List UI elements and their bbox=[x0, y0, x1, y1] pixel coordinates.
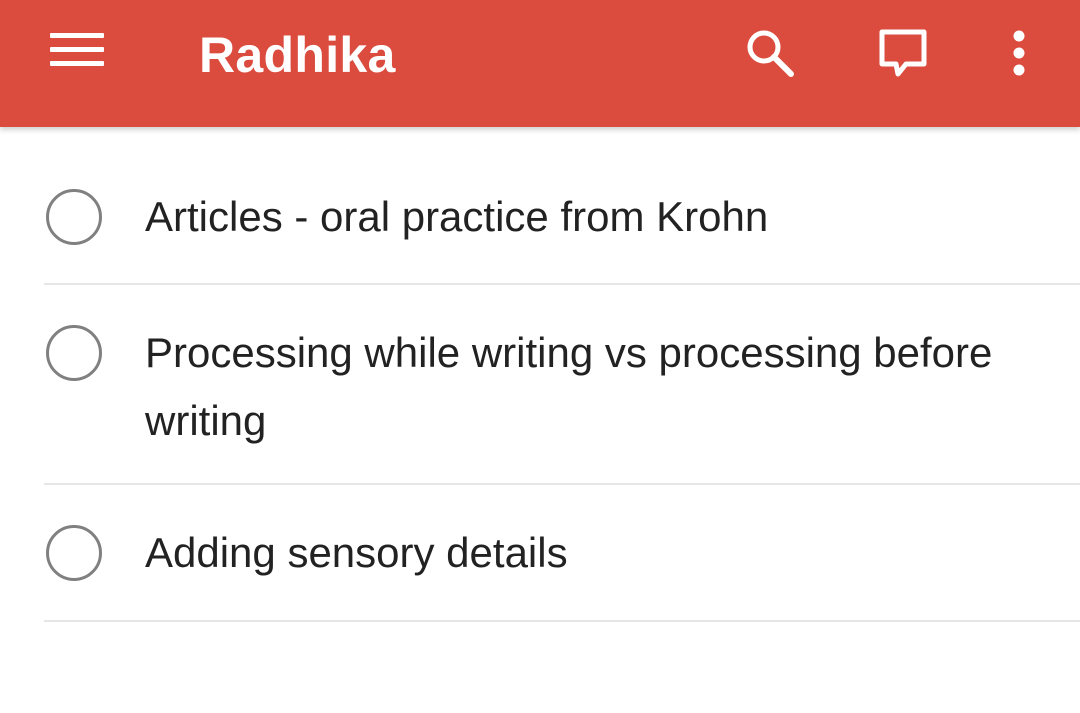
task-item[interactable]: Processing while writing vs processing b… bbox=[0, 285, 1080, 485]
task-list: Articles - oral practice from Krohn Proc… bbox=[0, 127, 1080, 622]
task-checkbox[interactable] bbox=[46, 189, 102, 245]
search-icon bbox=[747, 30, 794, 77]
comments-button[interactable] bbox=[868, 22, 938, 84]
more-options-button[interactable] bbox=[996, 22, 1042, 84]
task-content[interactable]: Adding sensory details bbox=[145, 519, 1045, 587]
task-content[interactable]: Processing while writing vs processing b… bbox=[145, 319, 1045, 455]
project-title: Radhika bbox=[199, 27, 396, 83]
comment-icon bbox=[879, 29, 927, 77]
task-content[interactable]: Articles - oral practice from Krohn bbox=[145, 183, 1045, 251]
app-toolbar: Radhika bbox=[0, 0, 1080, 127]
task-item[interactable]: Adding sensory details bbox=[0, 485, 1080, 622]
more-vert-icon bbox=[1013, 30, 1025, 76]
divider bbox=[44, 620, 1080, 622]
task-checkbox[interactable] bbox=[46, 525, 102, 581]
menu-button[interactable] bbox=[40, 22, 114, 78]
task-checkbox[interactable] bbox=[46, 325, 102, 381]
search-button[interactable] bbox=[736, 22, 804, 84]
hamburger-menu-icon bbox=[50, 33, 104, 66]
task-item[interactable]: Articles - oral practice from Krohn bbox=[0, 127, 1080, 285]
